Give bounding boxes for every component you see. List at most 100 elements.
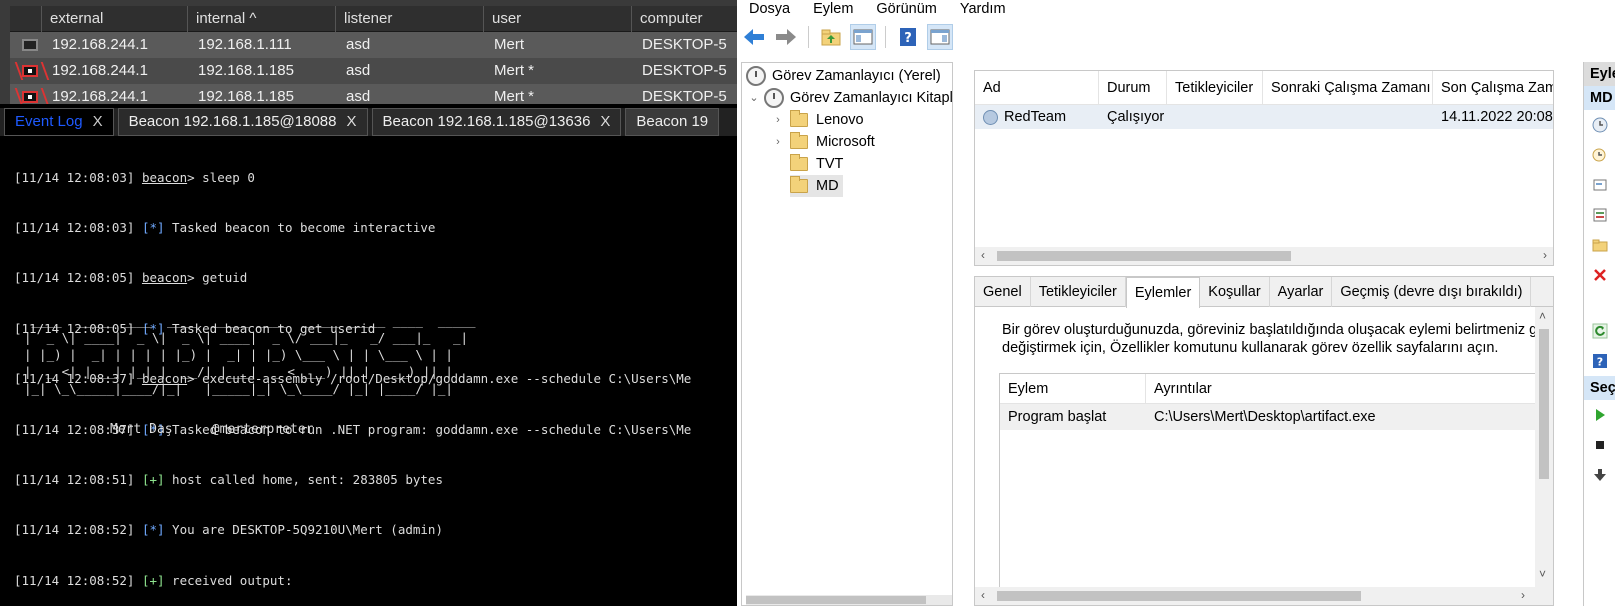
console-tabs: Event Log X Beacon 192.168.1.185@18088 X… xyxy=(0,108,737,136)
tab-beacon-13636[interactable]: Beacon 192.168.1.185@13636 X xyxy=(371,108,622,136)
col-details[interactable]: Ayrıntılar xyxy=(1146,374,1526,404)
col-user[interactable]: user xyxy=(484,6,632,32)
tab-beacon-active[interactable]: Beacon 19 xyxy=(625,108,720,136)
detail-tabs: Genel Tetikleyiciler Eylemler Koşullar A… xyxy=(975,277,1553,308)
tree-item-md[interactable]: MD xyxy=(790,175,843,197)
tab-conditions[interactable]: Koşullar xyxy=(1200,277,1270,307)
scroll-thumb[interactable] xyxy=(1539,329,1549,479)
import-task-icon[interactable] xyxy=(1584,170,1615,200)
chevron-right-icon[interactable]: › xyxy=(770,131,786,153)
menu-help[interactable]: Yardım xyxy=(948,0,1017,20)
forward-arrow-icon[interactable] xyxy=(773,24,799,50)
tab-settings[interactable]: Ayarlar xyxy=(1270,277,1333,307)
close-icon[interactable]: X xyxy=(93,109,103,135)
view-icon[interactable] xyxy=(1584,290,1615,316)
beacon-table-header: external internal ^ listener user comput… xyxy=(10,6,737,32)
actions-description: Bir görev oluşturduğunuzda, göreviniz ba… xyxy=(1002,322,1538,356)
task-details: Genel Tetikleyiciler Eylemler Koşullar A… xyxy=(974,276,1554,606)
svg-text:?: ? xyxy=(904,31,912,46)
scroll-left-icon[interactable]: ‹ xyxy=(981,588,985,602)
table-row[interactable]: 192.168.244.1 192.168.1.185 asd Mert * D… xyxy=(10,58,737,84)
action-pane-icon[interactable] xyxy=(927,24,953,50)
scroll-down-icon[interactable]: ˅ xyxy=(1539,567,1546,581)
console-line: [11/14 12:08:05] beacon> getuid xyxy=(14,270,248,286)
tree-item-library[interactable]: ⌄ Görev Zamanlayıcı Kitaplığı xyxy=(746,87,952,109)
scroll-left-icon[interactable]: ‹ xyxy=(981,248,985,262)
table-row[interactable]: 192.168.244.1 192.168.1.185 asd Mert * D… xyxy=(10,84,737,104)
col-internal[interactable]: internal ^ xyxy=(188,6,336,32)
menu-action[interactable]: Eylem xyxy=(801,0,864,20)
chevron-right-icon[interactable]: › xyxy=(770,109,786,131)
tab-triggers[interactable]: Tetikleyiciler xyxy=(1031,277,1126,307)
tab-general[interactable]: Genel xyxy=(975,277,1031,307)
col-triggers[interactable]: Tetikleyiciler xyxy=(1167,71,1263,105)
table-row[interactable]: 192.168.244.1 192.168.1.111 asd Mert DES… xyxy=(10,32,737,58)
scroll-right-icon[interactable]: › xyxy=(1521,588,1525,602)
console-line: [11/14 12:08:51] [+] host called home, s… xyxy=(14,471,443,487)
create-basic-task-icon[interactable] xyxy=(1584,140,1615,170)
clock-icon xyxy=(746,66,766,86)
svg-text:?: ? xyxy=(1597,356,1603,369)
delete-icon[interactable] xyxy=(1584,260,1615,290)
col-listener[interactable]: listener xyxy=(336,6,484,32)
beacon-admin-icon xyxy=(22,91,38,103)
help-icon[interactable]: ? xyxy=(1584,346,1615,376)
task-list-scrollbar[interactable]: ‹ › xyxy=(975,247,1553,265)
scroll-thumb[interactable] xyxy=(997,251,1291,261)
tree-item-tvt[interactable]: TVT xyxy=(790,153,843,175)
tab-event-log[interactable]: Event Log X xyxy=(4,108,114,136)
tree-item-root[interactable]: Görev Zamanlayıcı (Yerel) xyxy=(746,65,941,87)
table-row[interactable]: RedTeam Çalışıyor 14.11.2022 20:08:52 xyxy=(975,105,1553,129)
tree-item-microsoft[interactable]: › Microsoft xyxy=(770,131,875,153)
tab-beacon-18088[interactable]: Beacon 192.168.1.185@18088 X xyxy=(117,108,368,136)
beacon-console[interactable]: [11/14 12:08:03] beacon> sleep 0 [11/14 … xyxy=(14,136,734,606)
actions-header[interactable]: Eyle xyxy=(1584,62,1615,86)
details-vertical-scrollbar[interactable]: ˄ ˅ xyxy=(1535,307,1553,587)
run-icon[interactable] xyxy=(1584,400,1615,430)
folder-icon xyxy=(790,132,808,149)
beacon-table: external internal ^ listener user comput… xyxy=(0,0,737,104)
details-horizontal-scrollbar[interactable]: ‹ › xyxy=(975,587,1553,605)
tree-item-lenovo[interactable]: › Lenovo xyxy=(770,109,864,131)
actions-subheader-md[interactable]: MD xyxy=(1584,86,1615,110)
toolbar-divider xyxy=(808,26,809,48)
show-pane-icon[interactable] xyxy=(850,24,876,50)
scroll-thumb[interactable] xyxy=(997,591,1361,601)
col-next-run[interactable]: Sonraki Çalışma Zamanı xyxy=(1263,71,1433,105)
col-computer[interactable]: computer xyxy=(632,6,737,32)
scroll-up-icon[interactable]: ˄ xyxy=(1539,309,1546,323)
refresh-icon[interactable] xyxy=(1584,316,1615,346)
display-running-tasks-icon[interactable] xyxy=(1584,200,1615,230)
col-external[interactable]: external xyxy=(42,6,188,32)
table-row[interactable]: Program başlat C:\Users\Mert\Desktop\art… xyxy=(1000,404,1544,430)
col-status[interactable]: Durum xyxy=(1099,71,1167,105)
navigation-tree: Görev Zamanlayıcı (Yerel) ⌄ Görev Zamanl… xyxy=(741,62,953,606)
tab-history[interactable]: Geçmiş (devre dışı bırakıldı) xyxy=(1332,277,1532,307)
console-line: [11/14 12:08:52] [+] received output: xyxy=(14,572,293,588)
disable-icon[interactable] xyxy=(1584,460,1615,490)
col-icon[interactable] xyxy=(10,6,42,32)
tree-scrollbar[interactable] xyxy=(746,595,952,605)
scroll-right-icon[interactable]: › xyxy=(1543,248,1547,262)
end-icon[interactable] xyxy=(1584,430,1615,460)
console-line: [11/14 12:08:03] beacon> sleep 0 xyxy=(14,169,255,185)
menu-view[interactable]: Görünüm xyxy=(864,0,947,20)
menu-file[interactable]: Dosya xyxy=(737,0,801,20)
back-arrow-icon[interactable] xyxy=(741,24,767,50)
col-name[interactable]: Ad xyxy=(975,71,1099,105)
actions-subheader-selected[interactable]: Seç xyxy=(1584,376,1615,400)
close-icon[interactable]: X xyxy=(346,109,356,135)
tab-actions[interactable]: Eylemler xyxy=(1125,277,1201,308)
col-last-run[interactable]: Son Çalışma Zamanı xyxy=(1433,71,1553,105)
col-action[interactable]: Eylem xyxy=(1000,374,1146,404)
help-icon[interactable]: ? xyxy=(895,24,921,50)
new-folder-icon[interactable] xyxy=(1584,230,1615,260)
up-folder-icon[interactable] xyxy=(818,24,844,50)
library-clock-icon xyxy=(764,88,784,108)
beacon-computer-icon xyxy=(22,39,38,51)
close-icon[interactable]: X xyxy=(600,109,610,135)
toolbar: ? xyxy=(737,22,1615,52)
folder-icon xyxy=(790,110,808,127)
create-task-icon[interactable] xyxy=(1584,110,1615,140)
chevron-down-icon[interactable]: ⌄ xyxy=(746,87,762,109)
